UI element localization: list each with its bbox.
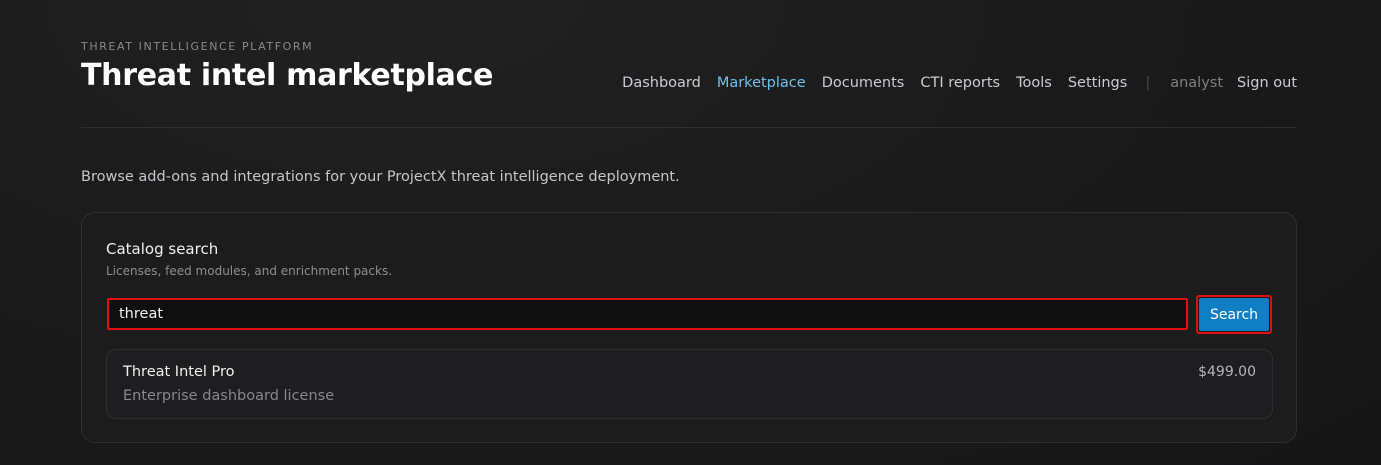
nav-marketplace[interactable]: Marketplace xyxy=(717,75,806,91)
catalog-search-panel: Catalog search Licenses, feed modules, a… xyxy=(81,212,1297,443)
current-username: analyst xyxy=(1170,75,1224,91)
result-price: $499.00 xyxy=(1198,364,1256,380)
nav-cti-reports[interactable]: CTI reports xyxy=(920,75,1000,91)
nav-documents[interactable]: Documents xyxy=(822,75,905,91)
catalog-search-input[interactable] xyxy=(107,298,1188,330)
platform-eyebrow: THREAT INTELLIGENCE PLATFORM xyxy=(81,40,314,53)
result-name: Threat Intel Pro xyxy=(123,364,235,380)
nav-separator: | xyxy=(1145,75,1151,91)
intro-text: Browse add-ons and integrations for your… xyxy=(81,169,680,185)
result-item[interactable]: Threat Intel Pro Enterprise dashboard li… xyxy=(106,349,1273,419)
search-button-highlight: Search xyxy=(1196,295,1272,334)
search-button[interactable]: Search xyxy=(1199,298,1269,331)
result-description: Enterprise dashboard license xyxy=(123,388,335,404)
catalog-title: Catalog search xyxy=(106,240,219,258)
nav-settings[interactable]: Settings xyxy=(1068,75,1127,91)
sign-out-link[interactable]: Sign out xyxy=(1237,75,1297,91)
top-nav: Dashboard Marketplace Documents CTI repo… xyxy=(622,75,1297,91)
catalog-subtitle: Licenses, feed modules, and enrichment p… xyxy=(106,264,393,278)
page-header: THREAT INTELLIGENCE PLATFORM Threat inte… xyxy=(81,0,1297,128)
page-container: THREAT INTELLIGENCE PLATFORM Threat inte… xyxy=(81,0,1297,443)
nav-dashboard[interactable]: Dashboard xyxy=(622,75,701,91)
page-title: Threat intel marketplace xyxy=(81,58,494,93)
nav-tools[interactable]: Tools xyxy=(1016,75,1052,91)
